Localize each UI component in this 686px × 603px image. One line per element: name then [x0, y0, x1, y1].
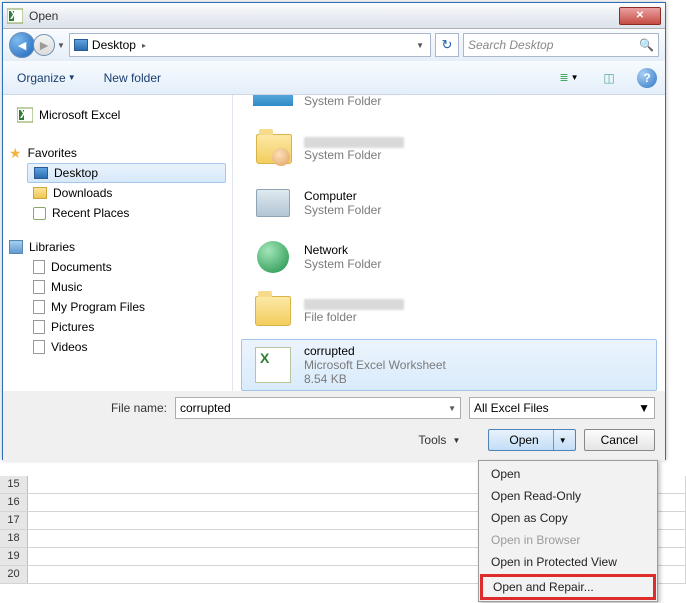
open-options-menu: Open Open Read-Only Open as Copy Open in…	[478, 460, 658, 602]
search-icon: 🔍	[639, 38, 654, 52]
sidebar-item-pictures[interactable]: Pictures	[3, 317, 232, 337]
search-placeholder: Search Desktop	[468, 38, 635, 52]
row-header[interactable]: 15	[0, 476, 28, 493]
svg-text:X: X	[20, 107, 28, 121]
organize-button[interactable]: Organize▼	[11, 67, 82, 89]
preview-pane-button[interactable]: ◫	[597, 67, 621, 89]
music-icon	[33, 280, 45, 294]
menu-item-open-protected[interactable]: Open in Protected View	[481, 551, 655, 573]
help-button[interactable]: ?	[637, 68, 657, 88]
open-button[interactable]: Open▼	[488, 429, 575, 451]
filename-label: File name:	[103, 401, 167, 415]
libraries-icon	[9, 240, 23, 254]
list-item-network[interactable]: NetworkSystem Folder	[241, 231, 657, 283]
back-button[interactable]: ◄	[9, 32, 35, 58]
menu-item-open-repair[interactable]: Open and Repair...	[480, 574, 656, 600]
file-list-pane[interactable]: System Folder System Folder ComputerSyst…	[233, 95, 665, 391]
search-input[interactable]: Search Desktop 🔍	[463, 33, 659, 57]
svg-text:X: X	[10, 8, 18, 22]
sidebar-item-recent[interactable]: Recent Places	[3, 203, 232, 223]
address-dropdown-icon[interactable]: ▼	[414, 41, 426, 50]
list-item-computer[interactable]: ComputerSystem Folder	[241, 177, 657, 229]
user-icon	[272, 148, 290, 166]
list-item[interactable]: System Folder	[241, 95, 657, 121]
sidebar-app-entry[interactable]: X Microsoft Excel	[3, 101, 232, 129]
network-icon	[257, 241, 289, 273]
star-icon: ★	[9, 145, 22, 162]
row-header[interactable]: 17	[0, 512, 28, 529]
excel-icon: X	[17, 107, 33, 123]
row-header[interactable]: 16	[0, 494, 28, 511]
chevron-down-icon[interactable]: ▼	[638, 401, 650, 415]
menu-item-open-readonly[interactable]: Open Read-Only	[481, 485, 655, 507]
open-split-dropdown[interactable]: ▼	[553, 430, 567, 450]
menu-item-open-copy[interactable]: Open as Copy	[481, 507, 655, 529]
desktop-icon	[74, 39, 88, 51]
recent-icon	[33, 207, 46, 220]
folder-icon	[255, 296, 291, 326]
sidebar-item-videos[interactable]: Videos	[3, 337, 232, 357]
sidebar-item-desktop[interactable]: Desktop	[27, 163, 226, 183]
folder-icon	[33, 187, 47, 199]
tools-button[interactable]: Tools▼	[418, 433, 460, 447]
folder-icon	[33, 300, 45, 314]
libraries-icon	[253, 95, 293, 106]
new-folder-button[interactable]: New folder	[98, 67, 167, 89]
excel-file-icon	[255, 347, 291, 383]
cancel-button[interactable]: Cancel	[584, 429, 655, 451]
videos-icon	[33, 340, 45, 354]
sidebar-item-downloads[interactable]: Downloads	[3, 183, 232, 203]
window-title: Open	[29, 9, 619, 23]
history-dropdown[interactable]: ▼	[57, 41, 65, 50]
sidebar-item-programs[interactable]: My Program Files	[3, 297, 232, 317]
open-dialog: X Open ✕ ◄ ► ▼ Desktop ▸ ▼ ↻ Search Desk…	[2, 2, 666, 460]
document-icon	[33, 260, 45, 274]
sidebar-item-music[interactable]: Music	[3, 277, 232, 297]
chevron-right-icon[interactable]: ▸	[140, 41, 148, 50]
sidebar-favorites-header[interactable]: ★ Favorites	[3, 143, 232, 163]
list-item[interactable]: File folder	[241, 285, 657, 337]
sidebar-item-documents[interactable]: Documents	[3, 257, 232, 277]
navigation-pane: X Microsoft Excel ★ Favorites Desktop Do…	[3, 95, 233, 391]
hidden-text	[304, 299, 404, 310]
sidebar-libraries-header[interactable]: Libraries	[3, 237, 232, 257]
dialog-footer: File name: corrupted▼ All Excel Files▼ T…	[3, 391, 665, 461]
menu-item-open-browser: Open in Browser	[481, 529, 655, 551]
address-bar[interactable]: Desktop ▸ ▼	[69, 33, 431, 57]
chevron-down-icon[interactable]: ▼	[448, 404, 456, 413]
close-button[interactable]: ✕	[619, 7, 661, 25]
refresh-button[interactable]: ↻	[435, 33, 459, 57]
navigation-row: ◄ ► ▼ Desktop ▸ ▼ ↻ Search Desktop 🔍	[3, 29, 665, 61]
forward-button[interactable]: ►	[33, 34, 55, 56]
excel-icon: X	[7, 8, 23, 24]
row-header[interactable]: 18	[0, 530, 28, 547]
pictures-icon	[33, 320, 45, 334]
list-item-corrupted[interactable]: corruptedMicrosoft Excel Worksheet8.54 K…	[241, 339, 657, 391]
breadcrumb[interactable]: Desktop	[92, 38, 136, 52]
list-item[interactable]: System Folder	[241, 123, 657, 175]
row-header[interactable]: 19	[0, 548, 28, 565]
desktop-icon	[34, 167, 48, 179]
filename-input[interactable]: corrupted▼	[175, 397, 461, 419]
hidden-text	[304, 137, 404, 148]
computer-icon	[256, 189, 290, 217]
view-options-button[interactable]: ≣▼	[557, 67, 581, 89]
menu-item-open[interactable]: Open	[481, 463, 655, 485]
titlebar[interactable]: X Open ✕	[3, 3, 665, 29]
row-header[interactable]: 20	[0, 566, 28, 583]
file-type-filter[interactable]: All Excel Files▼	[469, 397, 655, 419]
toolbar: Organize▼ New folder ≣▼ ◫ ?	[3, 61, 665, 95]
